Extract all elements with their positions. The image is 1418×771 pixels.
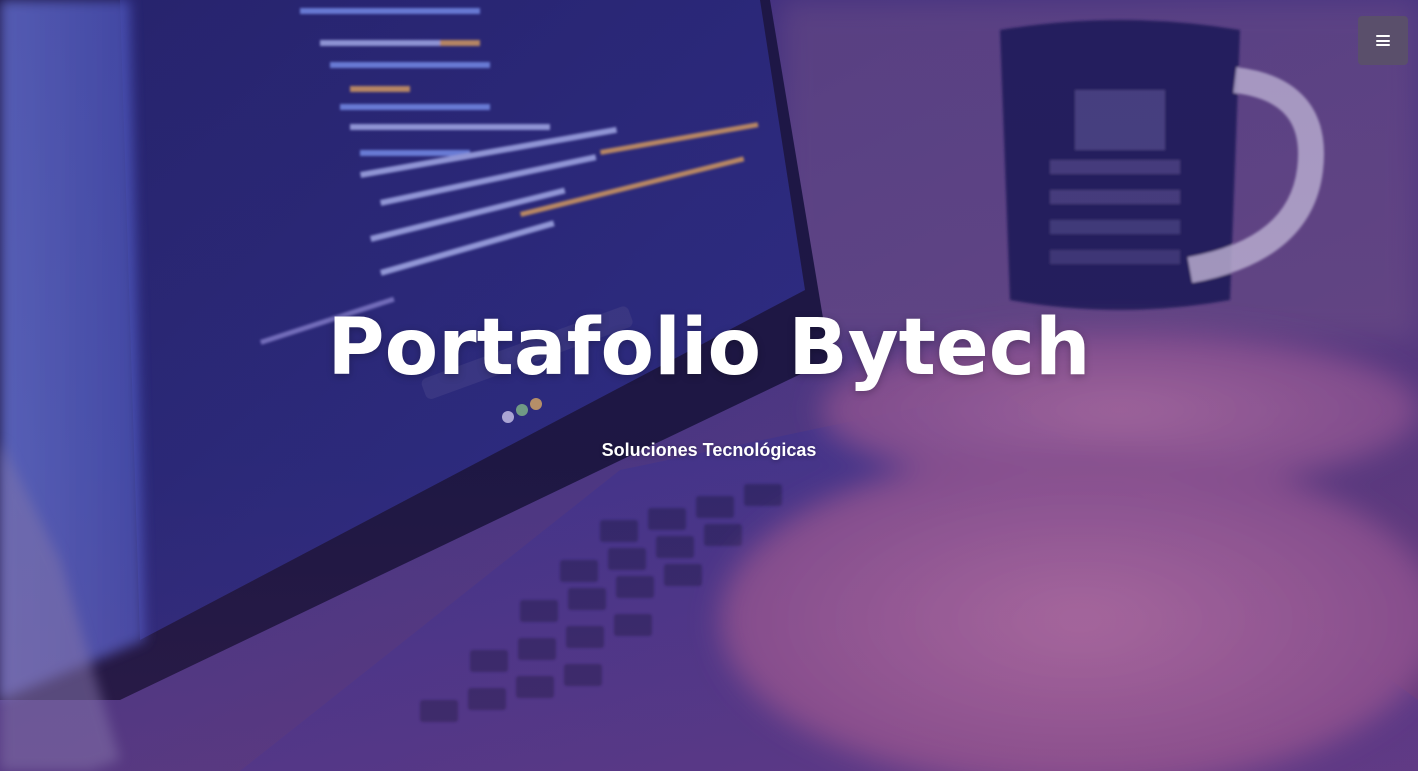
hamburger-menu-icon xyxy=(1376,35,1390,46)
hero-content: Portafolio Bytech Soluciones Tecnológica… xyxy=(0,296,1418,462)
hero-title: Portafolio Bytech xyxy=(327,303,1091,393)
menu-toggle-button[interactable] xyxy=(1358,16,1408,65)
hero-section: Portafolio Bytech Soluciones Tecnológica… xyxy=(0,0,1418,771)
hero-subtitle: Soluciones Tecnológicas xyxy=(601,440,817,460)
